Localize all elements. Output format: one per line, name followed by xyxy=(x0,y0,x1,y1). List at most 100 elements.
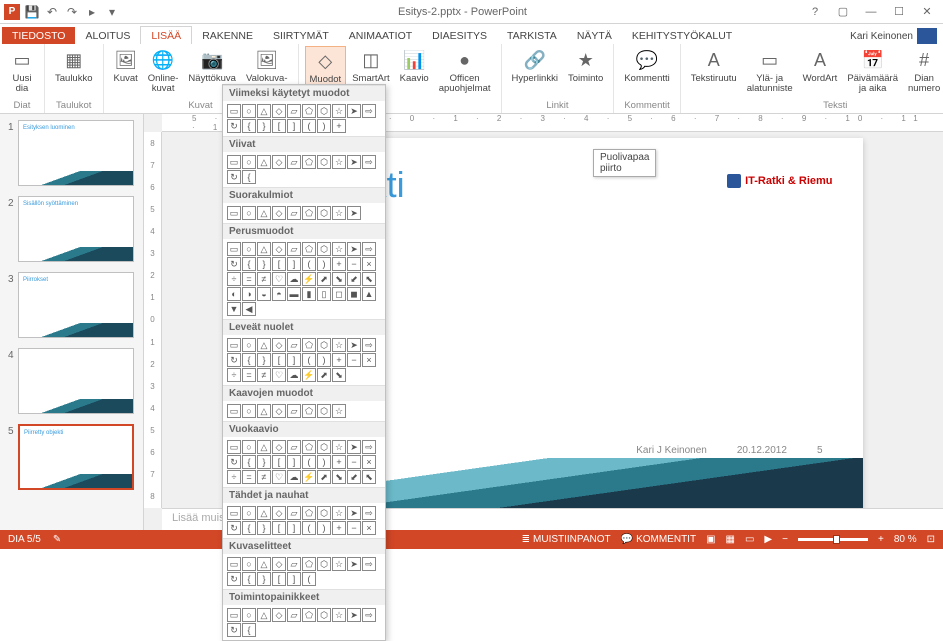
shape-item[interactable]: + xyxy=(332,521,346,535)
shape-item[interactable]: ⬋ xyxy=(347,272,361,286)
shape-item[interactable]: △ xyxy=(257,206,271,220)
shape-item[interactable]: ⬋ xyxy=(347,470,361,484)
shape-item[interactable]: △ xyxy=(257,338,271,352)
shape-item[interactable]: ➤ xyxy=(347,242,361,256)
shape-item[interactable]: ○ xyxy=(242,104,256,118)
user-area[interactable]: Kari Keinonen xyxy=(850,28,943,44)
shape-item[interactable]: ○ xyxy=(242,155,256,169)
shape-item[interactable]: ) xyxy=(317,455,331,469)
spellcheck-icon[interactable]: ✎ xyxy=(53,534,61,545)
shape-item[interactable]: △ xyxy=(257,608,271,622)
tab-siirtymät[interactable]: SIIRTYMÄT xyxy=(263,27,339,44)
shapes-dropdown[interactable]: Puolivapaa piirto Viimeksi käytetyt muod… xyxy=(222,84,386,641)
shape-item[interactable]: ↻ xyxy=(227,623,241,637)
shape-item[interactable]: − xyxy=(347,257,361,271)
shape-item[interactable]: ▼ xyxy=(227,302,241,316)
thumbnail[interactable]: Esityksen luominen xyxy=(18,120,134,186)
shape-item[interactable]: △ xyxy=(257,440,271,454)
slide-position[interactable]: DIA 5/5 xyxy=(8,534,41,545)
shape-item[interactable]: ⬡ xyxy=(317,506,331,520)
shape-item[interactable]: ▭ xyxy=(227,338,241,352)
shape-item[interactable]: ◇ xyxy=(272,206,286,220)
shape-item[interactable]: ▭ xyxy=(227,242,241,256)
shape-item[interactable]: { xyxy=(242,257,256,271)
shape-item[interactable]: ] xyxy=(287,521,301,535)
shape-item[interactable]: ⬡ xyxy=(317,104,331,118)
shape-item[interactable]: ☁ xyxy=(287,470,301,484)
shape-item[interactable]: ⬈ xyxy=(317,470,331,484)
shape-item[interactable]: ⬊ xyxy=(332,470,346,484)
maximize-icon[interactable]: ☐ xyxy=(889,5,909,18)
shape-item[interactable]: [ xyxy=(272,455,286,469)
thumbnail[interactable]: Piirrokset xyxy=(18,272,134,338)
shape-item[interactable]: ▭ xyxy=(227,104,241,118)
shape-item[interactable]: − xyxy=(347,521,361,535)
shape-item[interactable]: ◇ xyxy=(272,404,286,418)
shape-item[interactable]: ⇨ xyxy=(362,242,376,256)
shape-item[interactable]: ▲ xyxy=(362,287,376,301)
shape-item[interactable]: + xyxy=(332,455,346,469)
shape-item[interactable]: ▱ xyxy=(287,440,301,454)
shape-item[interactable]: ÷ xyxy=(227,272,241,286)
shape-item[interactable]: ➤ xyxy=(347,557,361,571)
shape-item[interactable]: ▭ xyxy=(227,557,241,571)
shape-item[interactable]: × xyxy=(362,257,376,271)
shape-item[interactable]: ↻ xyxy=(227,455,241,469)
shape-item[interactable]: ⬈ xyxy=(317,272,331,286)
shape-item[interactable]: ] xyxy=(287,455,301,469)
tab-tarkista[interactable]: TARKISTA xyxy=(497,27,567,44)
shape-item[interactable]: ↻ xyxy=(227,170,241,184)
shape-item[interactable]: ▱ xyxy=(287,506,301,520)
redo-icon[interactable]: ↷ xyxy=(64,4,80,20)
shape-item[interactable]: ⬡ xyxy=(317,155,331,169)
shape-item[interactable]: ⬉ xyxy=(362,470,376,484)
shape-item[interactable]: ↻ xyxy=(227,257,241,271)
shape-item[interactable]: [ xyxy=(272,257,286,271)
shape-item[interactable]: ▮ xyxy=(302,287,316,301)
shape-item[interactable]: ◇ xyxy=(272,506,286,520)
view-normal-icon[interactable]: ▣ xyxy=(706,534,715,545)
shape-item[interactable]: ▱ xyxy=(287,608,301,622)
shape-item[interactable]: ⬠ xyxy=(302,338,316,352)
ribbon-taulukko[interactable]: ▦Taulukko xyxy=(51,46,97,100)
save-icon[interactable]: 💾 xyxy=(24,4,40,20)
shape-item[interactable]: { xyxy=(242,353,256,367)
shape-item[interactable]: ⬠ xyxy=(302,206,316,220)
shape-item[interactable]: △ xyxy=(257,242,271,256)
shape-item[interactable]: ≠ xyxy=(257,368,271,382)
shape-item[interactable]: } xyxy=(257,572,271,586)
shape-item[interactable]: − xyxy=(347,353,361,367)
shape-item[interactable]: ] xyxy=(287,353,301,367)
slideshow-icon[interactable]: ▸ xyxy=(84,4,100,20)
shape-item[interactable]: ☆ xyxy=(332,404,346,418)
shape-item[interactable]: + xyxy=(332,257,346,271)
thumbnail-wrap[interactable]: 2Sisällön syöttäminen xyxy=(8,196,135,262)
shape-item[interactable]: ) xyxy=(317,257,331,271)
ribbon-kaavio[interactable]: 📊Kaavio xyxy=(396,46,433,111)
shape-item[interactable]: ◑ xyxy=(242,287,256,301)
shape-item[interactable]: ▬ xyxy=(287,287,301,301)
shape-item[interactable]: ⇨ xyxy=(362,608,376,622)
shape-item[interactable]: △ xyxy=(257,404,271,418)
shape-item[interactable]: ⬠ xyxy=(302,440,316,454)
close-icon[interactable]: ✕ xyxy=(917,5,937,18)
shape-item[interactable]: ☆ xyxy=(332,440,346,454)
shape-item[interactable]: ♡ xyxy=(272,272,286,286)
shape-item[interactable]: ☆ xyxy=(332,242,346,256)
shape-item[interactable]: { xyxy=(242,455,256,469)
shape-item[interactable]: ÷ xyxy=(227,368,241,382)
shape-item[interactable]: ( xyxy=(302,119,316,133)
shape-item[interactable]: ⬊ xyxy=(332,368,346,382)
shape-item[interactable]: ⇨ xyxy=(362,155,376,169)
shape-item[interactable]: ◇ xyxy=(272,608,286,622)
ribbon-päivämäärä-ja-aika[interactable]: 📅Päivämäärä ja aika xyxy=(843,46,902,100)
shape-item[interactable]: ☆ xyxy=(332,608,346,622)
shape-item[interactable]: ▱ xyxy=(287,404,301,418)
shape-item[interactable]: ☆ xyxy=(332,206,346,220)
shape-item[interactable]: ☁ xyxy=(287,368,301,382)
shape-item[interactable]: ➤ xyxy=(347,104,361,118)
tab-file[interactable]: TIEDOSTO xyxy=(2,27,75,44)
ribbon-wordart[interactable]: AWordArt xyxy=(799,46,842,100)
shape-item[interactable]: ◒ xyxy=(257,287,271,301)
shape-item[interactable]: [ xyxy=(272,119,286,133)
